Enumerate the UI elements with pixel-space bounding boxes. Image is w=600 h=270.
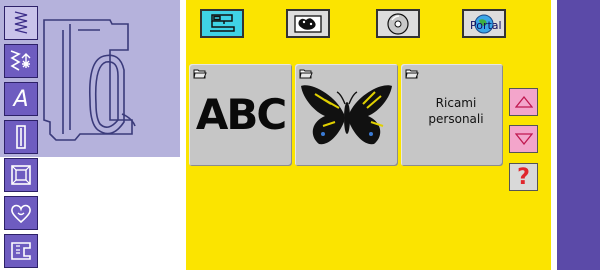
embroidery-menu-button[interactable] — [4, 44, 38, 78]
quilt-menu-button[interactable] — [4, 158, 38, 192]
zigzag-stitch-icon — [14, 11, 28, 34]
heart-icon — [11, 204, 31, 224]
alphabet-icon: A — [13, 86, 29, 112]
hoop-selection-icon — [294, 14, 322, 33]
machine-mode-button[interactable] — [4, 234, 38, 268]
embroidery-hoop-needle-icon — [10, 50, 31, 71]
scroll-up-button[interactable] — [509, 88, 538, 116]
buttonhole-icon — [16, 125, 26, 149]
triangle-up-icon — [514, 96, 533, 108]
folder-icon — [193, 69, 207, 79]
folder-icon — [405, 69, 419, 79]
hoop-selection-button[interactable] — [286, 9, 330, 38]
personal-designs-tile[interactable]: Ricami personali — [401, 64, 503, 166]
help-button[interactable]: ? — [509, 163, 538, 191]
embroidery-machine-button[interactable] — [200, 9, 244, 38]
cd-rom-button[interactable] — [376, 9, 420, 38]
abc-preview: ABC — [195, 90, 287, 139]
portal-label: Portal — [470, 19, 502, 32]
alphabet-menu-button[interactable]: A — [4, 82, 38, 116]
embroidery-machine-icon — [210, 13, 235, 32]
help-icon: ? — [517, 164, 530, 190]
triangle-down-icon — [514, 133, 533, 145]
quilt-square-icon — [11, 165, 31, 185]
cd-icon — [387, 12, 409, 35]
portal-button[interactable]: Portal — [462, 9, 506, 38]
embroidery-motifs-tile[interactable] — [295, 64, 398, 166]
favorites-menu-button[interactable] — [4, 196, 38, 230]
personal-designs-label: Ricami personali — [428, 96, 484, 126]
alphabets-tile[interactable]: ABC — [189, 64, 292, 166]
buttonhole-menu-button[interactable] — [4, 120, 38, 154]
scroll-down-button[interactable] — [509, 125, 538, 153]
sewing-machine-icon — [11, 242, 31, 260]
sidebar — [557, 0, 600, 270]
butterfly-motif-icon — [301, 85, 392, 145]
stitch-menu-button[interactable] — [4, 6, 38, 40]
